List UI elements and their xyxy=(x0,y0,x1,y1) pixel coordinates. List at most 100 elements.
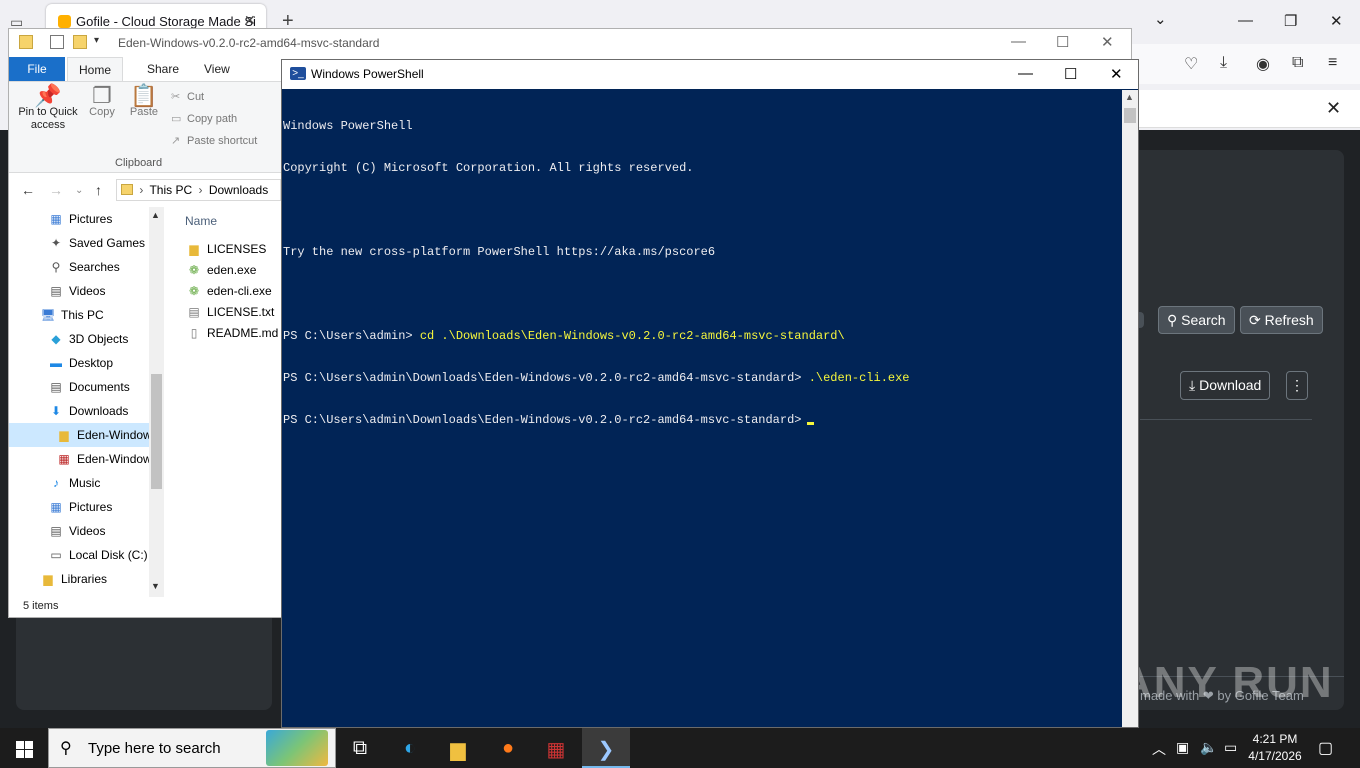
tree-item-searches[interactable]: ⚲ Searches xyxy=(9,255,149,279)
console-command: .\eden-cli.exe xyxy=(808,371,910,385)
firefox-icon[interactable]: ● xyxy=(484,728,532,768)
paste-button[interactable]: 📋 Paste xyxy=(127,85,161,119)
powershell-close-button[interactable]: ✕ xyxy=(1110,65,1123,83)
extensions-icon[interactable]: ⧉ xyxy=(1292,54,1303,72)
up-arrow-icon[interactable]: ↑ xyxy=(95,182,102,198)
copy-button[interactable]: ❐ Copy xyxy=(85,85,119,119)
explorer-maximize-button[interactable]: ☐ xyxy=(1056,33,1069,51)
tree-item-label: Pictures xyxy=(69,500,113,514)
tree-item-desktop[interactable]: ▬ Desktop xyxy=(9,351,149,375)
notification-close-icon[interactable]: ✕ xyxy=(1326,98,1341,119)
file-explorer-taskbar-icon[interactable]: ▆ xyxy=(434,728,482,768)
tree-item-label: This PC xyxy=(61,308,104,322)
start-button[interactable] xyxy=(0,728,48,768)
pocket-icon[interactable]: ♡ xyxy=(1184,54,1198,74)
explorer-close-button[interactable]: ✕ xyxy=(1101,33,1114,51)
tab-share[interactable]: Share xyxy=(137,57,189,81)
new-folder-icon[interactable] xyxy=(73,35,87,49)
tree-item-3d-objects[interactable]: ◆ 3D Objects xyxy=(9,327,149,351)
tree-item-saved-games[interactable]: ✦ Saved Games xyxy=(9,231,149,255)
network-icon[interactable]: ▭ xyxy=(1224,739,1237,756)
powershell-minimize-button[interactable]: — xyxy=(1018,65,1033,82)
powershell-taskbar-icon[interactable]: ❯ xyxy=(582,728,630,768)
copy-label: Copy xyxy=(89,106,115,118)
breadcrumb-downloads[interactable]: Downloads xyxy=(209,183,268,197)
download-arrow-icon: ⬇ xyxy=(50,404,62,418)
tree-item-label: Pictures xyxy=(69,212,113,226)
tab-view[interactable]: View xyxy=(194,57,240,81)
browser-maximize-button[interactable]: ❐ xyxy=(1284,12,1297,30)
volume-icon[interactable]: 🔈 xyxy=(1200,739,1217,756)
powershell-maximize-button[interactable]: ☐ xyxy=(1064,65,1077,83)
tree-item-eden-archive[interactable]: ▦ Eden-Windows-v0.2.0 xyxy=(9,447,149,471)
tree-item-label: Local Disk (C:) xyxy=(69,548,148,562)
meet-now-icon[interactable]: ▣ xyxy=(1176,739,1189,756)
tree-item-documents[interactable]: ▤ Documents xyxy=(9,375,149,399)
scroll-up-icon[interactable]: ▲ xyxy=(1125,92,1134,102)
tree-item-this-pc[interactable]: 🖥 This PC xyxy=(9,303,149,327)
tree-item-music[interactable]: ♪ Music xyxy=(9,471,149,495)
tree-item-videos[interactable]: ▤ Videos xyxy=(9,279,149,303)
file-item-licenses[interactable]: ▆ LICENSES xyxy=(186,242,266,256)
tree-item-label: Videos xyxy=(69,524,106,538)
copy-path-icon: ▭ xyxy=(171,113,182,125)
menu-icon[interactable]: ≡ xyxy=(1328,54,1337,72)
scroll-up-icon[interactable]: ▲ xyxy=(151,210,160,220)
status-bar-item-count: 5 items xyxy=(23,600,59,612)
powershell-console[interactable]: Windows PowerShell Copyright (C) Microso… xyxy=(282,90,1122,727)
download-button[interactable]: ⤓ Download xyxy=(1180,371,1271,400)
browser-close-button[interactable]: ✕ xyxy=(1330,12,1343,30)
winrar-icon[interactable]: ▦ xyxy=(532,728,580,768)
customize-toolbar-icon[interactable]: ▾ xyxy=(94,35,99,46)
file-item-readme[interactable]: ▯ README.md xyxy=(186,326,279,340)
pin-quick-access-button[interactable]: 📌 Pin to Quick access xyxy=(13,85,83,132)
scrollbar-thumb[interactable] xyxy=(1124,108,1136,123)
file-item-license-txt[interactable]: ▤ LICENSE.txt xyxy=(186,305,274,319)
show-hidden-icons-icon[interactable]: ︿ xyxy=(1152,739,1166,759)
scrollbar-thumb[interactable] xyxy=(151,374,162,489)
clock-date[interactable]: 4/17/2026 xyxy=(1246,749,1304,763)
edge-icon[interactable]: ◐ xyxy=(386,728,434,768)
file-item-eden-exe[interactable]: ❁ eden.exe xyxy=(186,263,256,277)
computer-icon: 🖥 xyxy=(40,308,56,322)
address-bar[interactable]: › This PC › Downloads xyxy=(116,179,281,201)
back-arrow-icon[interactable]: ← xyxy=(21,182,35,198)
tab-file[interactable]: File xyxy=(9,57,65,81)
explorer-minimize-button[interactable]: — xyxy=(1011,33,1026,50)
copy-path-button[interactable]: ▭ Copy path xyxy=(171,112,237,125)
search-button[interactable]: ⚲ Search xyxy=(1158,306,1235,334)
tree-item-eden-folder[interactable]: ▆ Eden-Windows-v0.2.0 xyxy=(9,423,149,447)
tab-list-icon[interactable]: ⌄ xyxy=(1154,10,1167,28)
powershell-scrollbar[interactable] xyxy=(1122,90,1138,727)
clock-time[interactable]: 4:21 PM xyxy=(1250,732,1300,746)
notification-center-icon[interactable]: ▢ xyxy=(1318,738,1333,758)
powershell-icon: >_ xyxy=(290,67,306,80)
refresh-button[interactable]: ⟳ Refresh xyxy=(1240,306,1323,334)
tree-item-downloads[interactable]: ⬇ Downloads xyxy=(9,399,149,423)
account-icon[interactable]: ◉ xyxy=(1256,54,1270,74)
scroll-down-icon[interactable]: ▼ xyxy=(151,581,160,591)
breadcrumb-this-pc[interactable]: This PC xyxy=(149,183,192,197)
paste-shortcut-button[interactable]: ↗ Paste shortcut xyxy=(171,134,257,147)
tree-item-pictures[interactable]: ▦ Pictures xyxy=(9,207,149,231)
tree-item-local-disk[interactable]: ▭ Local Disk (C:) xyxy=(9,543,149,567)
cut-label: Cut xyxy=(187,91,205,103)
tab-close-icon[interactable]: ✕ xyxy=(244,12,256,29)
tree-item-pictures-pc[interactable]: ▦ Pictures xyxy=(9,495,149,519)
column-header-name[interactable]: Name xyxy=(185,214,217,228)
task-view-icon[interactable]: ⧉ xyxy=(336,728,384,768)
tree-item-videos-pc[interactable]: ▤ Videos xyxy=(9,519,149,543)
console-prompt: PS C:\Users\admin\Downloads\Eden-Windows… xyxy=(283,413,802,427)
file-item-eden-cli-exe[interactable]: ❁ eden-cli.exe xyxy=(186,284,272,298)
cut-button[interactable]: ✂ Cut xyxy=(171,90,204,103)
properties-icon[interactable] xyxy=(50,35,64,49)
recent-locations-icon[interactable]: ⌄ xyxy=(75,185,83,196)
tab-home[interactable]: Home xyxy=(67,57,123,81)
browser-minimize-button[interactable]: — xyxy=(1238,12,1253,29)
forward-arrow-icon[interactable]: → xyxy=(49,182,63,198)
downloads-icon[interactable]: ⤓ xyxy=(1220,54,1227,72)
pin-label: Pin to Quick access xyxy=(18,106,78,131)
tree-item-libraries[interactable]: ▆ Libraries xyxy=(9,567,149,591)
more-options-button[interactable]: ⋮ xyxy=(1286,371,1308,400)
